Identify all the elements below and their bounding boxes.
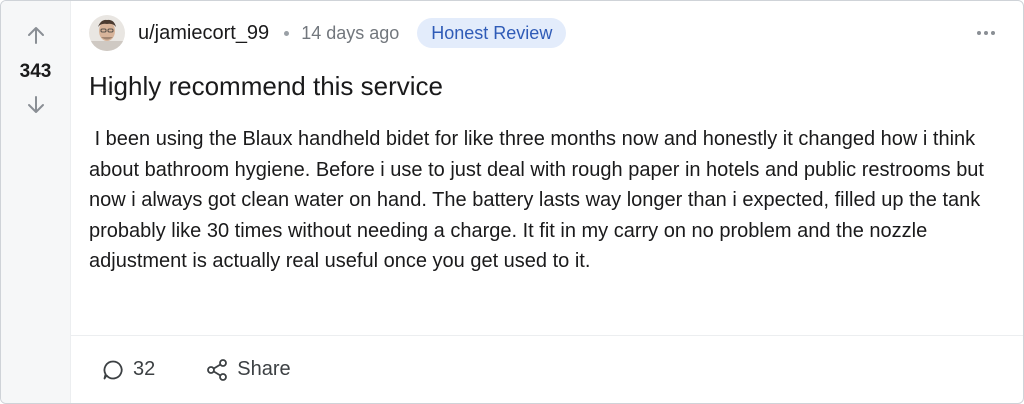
post-content: u/jamiecort_99 14 days ago Honest Review… (71, 1, 1023, 403)
comments-button[interactable]: 32 (101, 358, 155, 382)
upvote-button[interactable] (22, 21, 50, 49)
vote-count: 343 (19, 61, 52, 82)
avatar[interactable] (89, 15, 125, 51)
arrow-down-icon (27, 96, 44, 113)
share-label: Share (237, 358, 291, 380)
post-footer: 32 Share (71, 335, 1023, 403)
post-card: 343 u/jamiecort_99 14 days ago Honest Re… (0, 0, 1024, 404)
post-flair-badge[interactable]: Honest Review (417, 18, 567, 48)
more-dots-icon (977, 31, 981, 35)
share-icon (207, 358, 228, 381)
post-timestamp: 14 days ago (301, 22, 400, 43)
more-dot (991, 31, 995, 35)
avatar-image (89, 15, 125, 51)
arrow-up-icon (27, 27, 44, 44)
separator-dot (284, 30, 290, 36)
more-dot (984, 31, 988, 35)
share-button[interactable]: Share (205, 358, 291, 382)
more-options-button[interactable] (971, 25, 1001, 41)
post-header: u/jamiecort_99 14 days ago Honest Review (71, 1, 1023, 61)
username-link[interactable]: u/jamiecort_99 (138, 22, 269, 45)
post-body: I been using the Blaux handheld bidet fo… (89, 128, 990, 273)
downvote-button[interactable] (22, 91, 50, 119)
post-title[interactable]: Highly recommend this service (71, 70, 1023, 102)
vote-rail: 343 (1, 1, 71, 403)
comment-bubble-icon (103, 360, 123, 379)
comments-count: 32 (133, 358, 156, 380)
